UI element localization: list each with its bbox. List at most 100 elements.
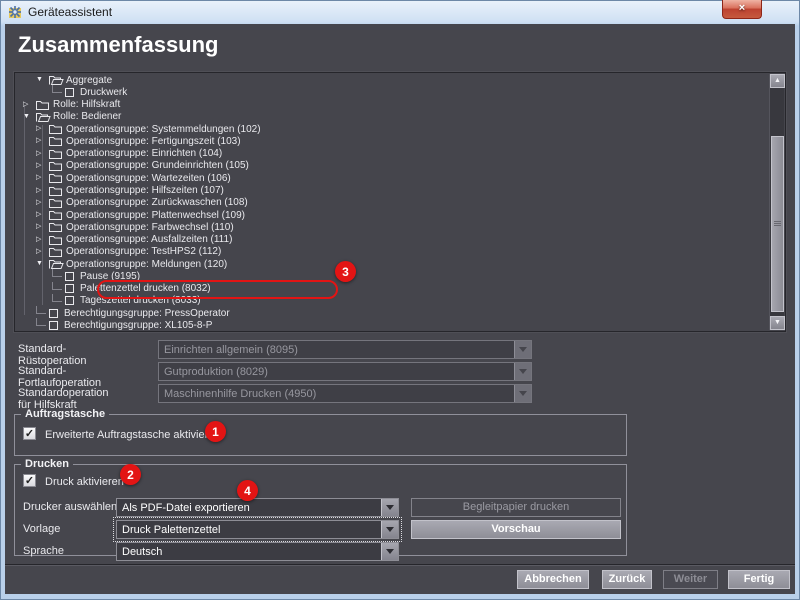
vorschau-button[interactable]: Vorschau [411,520,621,539]
folder-closed-icon [49,198,66,208]
expanded-arrow-icon[interactable]: ▼ [23,113,36,121]
standard-fortlaufoperation-select: Gutproduktion (8029) [158,362,532,381]
tree-item-label: Operationsgruppe: Systemmeldungen (102) [66,124,261,135]
collapsed-arrow-icon[interactable]: ▷ [36,199,49,207]
tree-item[interactable]: ▷ Operationsgruppe: Plattenwechsel (109) [17,209,768,221]
tree-item[interactable]: ▷Operationsgruppe: Hilfszeiten (107) [17,184,768,196]
tree-item[interactable]: ▷ Operationsgruppe: Systemmeldungen (102) [17,123,768,135]
tree-checkbox[interactable] [65,296,74,305]
tree-item[interactable]: ▷Operationsgruppe: Zurückwaschen (108) [17,197,768,209]
back-button[interactable]: Zurück [602,570,652,589]
chevron-down-icon [514,341,531,358]
erweiterte-auftragstasche-label: Erweiterte Auftragstasche aktivieren [45,429,220,441]
tree-item-label: Berechtigungsgruppe: PressOperator [64,308,230,319]
app-icon [8,5,22,19]
collapsed-arrow-icon[interactable]: ▷ [36,248,49,256]
tree-rows: ▼ AggregateDruckwerk ▷ Rolle: Hilfskraft ▼ Ro… [17,74,768,330]
tree-item[interactable]: ▷Operationsgruppe: Farbwechsel (110) [17,221,768,233]
chevron-down-icon [381,521,398,538]
collapsed-arrow-icon[interactable]: ▷ [36,125,49,133]
drucken-groupbox: Drucken ✓ Druck aktivieren Drucker auswä… [14,464,627,556]
page-title: Zusammenfassung [18,32,219,58]
template-select[interactable]: Druck Palettenzettel [116,520,399,539]
close-button[interactable]: × [722,0,762,19]
tree-checkbox[interactable] [65,88,74,97]
chevron-down-icon [381,499,398,516]
tree-item-label: Rolle: Bediener [53,111,121,122]
next-button: Weiter [663,570,718,589]
standard-fortlaufoperation-value: Gutproduktion (8029) [164,366,514,378]
tree-item[interactable]: ▼ Rolle: Bediener [17,111,768,123]
footer-separator [5,564,795,565]
tree-checkbox[interactable] [49,321,58,330]
collapsed-arrow-icon[interactable]: ▷ [36,150,49,158]
finish-button[interactable]: Fertig [728,570,790,589]
tree-item-label: Aggregate [66,75,112,86]
dialog-content: Zusammenfassung ▼ AggregateDruckwerk ▷ Roll… [5,24,795,594]
tree-item[interactable]: Berechtigungsgruppe: PressOperator [17,307,768,319]
cancel-button[interactable]: Abbrechen [517,570,589,589]
device-assistant-window: Geräteassistent × Zusammenfassung ▼ Aggre… [0,0,800,600]
tree-item-label: Operationsgruppe: Grundeinrichten (105) [66,160,249,171]
standardoperation-hilfskraft-value: Maschinenhilfe Drucken (4950) [164,388,514,400]
title-bar: Geräteassistent [0,0,800,24]
tree-item-label: Operationsgruppe: Plattenwechsel (109) [66,210,245,221]
folder-closed-icon [49,186,66,196]
tree-checkbox[interactable] [65,272,74,281]
tree-item[interactable]: ▷Operationsgruppe: TestHPS2 (112) [17,246,768,258]
tree-item[interactable]: ▷Operationsgruppe: Ausfallzeiten (111) [17,233,768,245]
scroll-down-icon[interactable]: ▼ [770,316,785,330]
tree-item[interactable]: ▷Operationsgruppe: Fertigungszeit (103) [17,135,768,147]
collapsed-arrow-icon[interactable]: ▷ [36,137,49,145]
collapsed-arrow-icon[interactable]: ▷ [36,187,49,195]
folder-closed-icon [49,222,66,232]
tree-connector-line [52,85,62,93]
tree-item[interactable]: ▷ Rolle: Hilfskraft [17,99,768,111]
tree-item-label: Rolle: Hilfskraft [53,99,120,110]
printer-select[interactable]: Als PDF-Datei exportieren [116,498,399,517]
tree-item[interactable]: ▷ Operationsgruppe: Grundeinrichten (105) [17,160,768,172]
tree-checkbox[interactable] [49,309,58,318]
begleitpapier-drucken-button: Begleitpapier drucken [411,498,621,517]
drucken-group-title: Drucken [21,458,73,470]
collapsed-arrow-icon[interactable]: ▷ [36,211,49,219]
collapsed-arrow-icon[interactable]: ▷ [36,162,49,170]
window-title: Geräteassistent [28,5,112,19]
standard-ruestoperation-value: Einrichten allgemein (8095) [164,344,514,356]
scrollbar-thumb[interactable] [771,136,784,312]
tree-item-label: Berechtigungsgruppe: XL105-8-P [64,320,212,330]
tree-item[interactable]: Druckwerk [17,86,768,98]
tree-item[interactable]: ▷Operationsgruppe: Wartezeiten (106) [17,172,768,184]
sprache-label: Sprache [23,545,64,557]
erweiterte-auftragstasche-checkbox[interactable]: ✓ [23,427,36,440]
folder-closed-icon [49,136,66,146]
scroll-up-icon[interactable]: ▲ [770,74,785,88]
tree-item[interactable]: ▼ Operationsgruppe: Meldungen (120) [17,258,768,270]
tree-item[interactable]: Pause (9195) [17,270,768,282]
expanded-arrow-icon[interactable]: ▼ [36,260,49,268]
druck-aktivieren-checkbox[interactable]: ✓ [23,474,36,487]
tree-item-label: Operationsgruppe: Meldungen (120) [66,259,227,270]
tree-connector-line [36,306,46,314]
folder-open-icon [36,112,53,122]
chevron-down-icon [514,363,531,380]
collapsed-arrow-icon[interactable]: ▷ [36,174,49,182]
printer-select-value: Als PDF-Datei exportieren [122,502,381,514]
tree-item[interactable]: Palettenzettel drucken (8032) [17,283,768,295]
folder-closed-icon [49,149,66,159]
tree-item[interactable]: ▷Operationsgruppe: Einrichten (104) [17,148,768,160]
tree-checkbox[interactable] [65,284,74,293]
tree-connector-line [52,282,62,290]
expanded-arrow-icon[interactable]: ▼ [36,76,49,84]
collapsed-arrow-icon[interactable]: ▷ [23,101,36,109]
tree-scrollbar[interactable]: ▲ ▼ [769,74,784,330]
folder-closed-icon [49,124,66,134]
tree-item[interactable]: ▼ Aggregate [17,74,768,86]
collapsed-arrow-icon[interactable]: ▷ [36,236,49,244]
collapsed-arrow-icon[interactable]: ▷ [36,223,49,231]
tree-item[interactable]: Berechtigungsgruppe: XL105-8-P [17,319,768,330]
standardoperation-hilfskraft-select: Maschinenhilfe Drucken (4950) [158,384,532,403]
tree-item[interactable]: Tageszettel drucken (8033) [17,295,768,307]
language-select[interactable]: Deutsch [116,542,399,561]
chevron-down-icon [381,543,398,560]
